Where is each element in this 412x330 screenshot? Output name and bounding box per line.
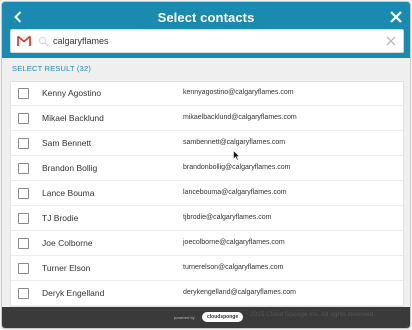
contact-checkbox[interactable] [18,88,29,99]
dialog-title: Select contacts [157,10,255,25]
close-icon [390,11,402,23]
contact-checkbox[interactable] [18,288,29,299]
contact-row[interactable]: Mikael Backlund mikaelbacklund@calgaryfl… [11,107,403,131]
contact-name: Turner Elson [42,263,91,273]
contact-row[interactable]: Lance Bouma lancebouma@calgaryflames.com [11,182,403,206]
cloudsponge-logo[interactable]: cloudsponge [202,312,244,322]
contact-email: kennyagostino@calgaryflames.com [183,89,294,96]
contact-name: Deryk Engelland [42,288,105,298]
contact-email: lancebouma@calgaryflames.com [183,189,287,196]
contact-checkbox[interactable] [18,163,29,174]
contact-checkbox[interactable] [18,238,29,249]
search-input[interactable] [53,32,373,50]
contact-checkbox[interactable] [18,188,29,199]
result-count: SELECT RESULT (32) [12,64,92,73]
contact-row[interactable]: Sam Bennett sambennett@calgaryflames.com [11,132,403,156]
powered-by-label: powered by [174,315,195,320]
contact-name: TJ Brodie [42,213,79,223]
contact-email: derykengelland@calgaryflames.com [183,289,296,296]
contact-name: Kenny Agostino [42,88,102,98]
contact-row[interactable]: Turner Elson turnerelson@calgaryflames.c… [11,257,403,281]
contact-row[interactable]: Joe Colborne joecolborne@calgaryflames.c… [11,232,403,256]
contact-email: sambennett@calgaryflames.com [183,139,286,146]
contact-list: Kenny Agostino kennyagostino@calgaryflam… [10,81,404,307]
contact-checkbox[interactable] [18,113,29,124]
contact-checkbox[interactable] [18,263,29,274]
clear-icon[interactable] [386,36,396,46]
search-icon [38,36,49,47]
contact-email: turnerelson@calgaryflames.com [183,264,284,271]
gmail-icon [17,35,31,47]
search-box [10,29,404,53]
contact-name: Brandon Bollig [42,163,98,173]
contact-row[interactable]: Brandon Bollig brandonbollig@calgaryflam… [11,157,403,181]
contact-name: Joe Colborne [42,238,93,248]
mouse-cursor-icon [233,150,240,161]
footer: powered by cloudsponge 2015 Cloud Sponge… [2,307,410,328]
contact-picker-dialog: Select contacts SELECT RESULT (32) Kenny… [1,1,411,329]
contact-checkbox[interactable] [18,138,29,149]
close-button[interactable] [388,9,404,25]
contact-name: Lance Bouma [42,188,95,198]
contact-row[interactable]: TJ Brodie tjbrodie@calgaryflames.com [11,207,403,231]
contact-email: tjbrodie@calgaryflames.com [183,214,272,221]
contact-email: joecolborne@calgaryflames.com [183,239,285,246]
contact-name: Mikael Backlund [42,113,104,123]
contact-name: Sam Bennett [42,138,92,148]
contact-row[interactable]: Deryk Engelland derykengelland@calgaryfl… [11,282,403,306]
contact-email: brandonbollig@calgaryflames.com [183,164,291,171]
contact-row[interactable]: Kenny Agostino kennyagostino@calgaryflam… [11,82,403,106]
copyright-text: 2015 Cloud Sponge Inc. All rights reserv… [250,311,376,318]
contact-email: mikaelbacklund@calgaryflames.com [183,114,297,121]
contact-checkbox[interactable] [18,213,29,224]
